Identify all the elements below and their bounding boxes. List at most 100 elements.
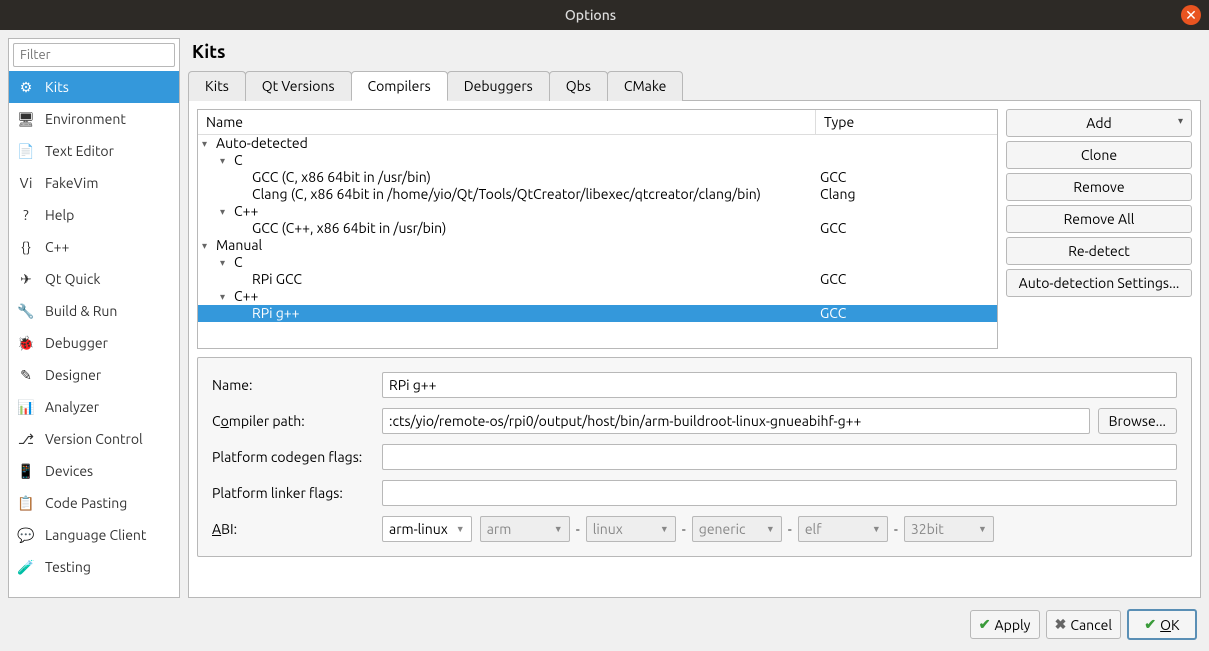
sidebar-item-text-editor[interactable]: 📄Text Editor: [9, 135, 179, 167]
tree-cell-name: ▾C: [198, 152, 816, 169]
tab-compilers: Name Type ▾Auto-detected▾CGCC (C, x86 64…: [188, 101, 1201, 598]
category-list: ⚙Kits 🖥 Environment 📄Text EditorViFakeVim?H…: [9, 71, 179, 597]
sidebar-item-kits[interactable]: ⚙Kits: [9, 71, 179, 103]
abi-label: ABI:: [212, 521, 374, 537]
tree-row[interactable]: ▾Manual: [198, 237, 997, 254]
apply-button[interactable]: ✔Apply: [970, 610, 1040, 639]
tree-cell-type: [816, 152, 824, 169]
tree-row[interactable]: ▾C++: [198, 203, 997, 220]
abi-dash: -: [682, 521, 686, 537]
tree-row[interactable]: ▾Auto-detected: [198, 135, 997, 152]
tree-row[interactable]: GCC (C, x86 64bit in /usr/bin)GCC: [198, 169, 997, 186]
sidebar-icon: 📋: [17, 494, 35, 512]
redetect-button[interactable]: Re-detect: [1006, 237, 1192, 265]
tree-row[interactable]: ▾C++: [198, 288, 997, 305]
check-icon: ✔: [979, 616, 991, 633]
sidebar-item-c-[interactable]: {}C++: [9, 231, 179, 263]
tree-header-name[interactable]: Name: [198, 110, 816, 134]
tree-cell-type: [816, 254, 824, 271]
abi-part-combo[interactable]: generic▼: [692, 516, 782, 542]
cancel-button[interactable]: ✖Cancel: [1046, 610, 1121, 639]
tree-arrow-icon: ▾: [202, 135, 216, 152]
sidebar-item-testing[interactable]: 🧪Testing: [9, 551, 179, 583]
tree-arrow-icon: ▾: [220, 254, 234, 271]
tree-cell-type: Clang: [816, 186, 860, 203]
linker-flags-input[interactable]: [382, 480, 1177, 506]
sidebar-icon: 🧪: [17, 558, 35, 576]
abi-part-combo[interactable]: 32bit▼: [904, 516, 994, 542]
sidebar-item-language-client[interactable]: 💬Language Client: [9, 519, 179, 551]
sidebar-item-label: Environment: [45, 111, 126, 127]
abi-part-combo[interactable]: linux▼: [586, 516, 676, 542]
sidebar-item-help[interactable]: ?Help: [9, 199, 179, 231]
tree-row[interactable]: ▾C: [198, 152, 997, 169]
tree-node-label: GCC (C, x86 64bit in /usr/bin): [252, 169, 431, 186]
sidebar-icon: 📱: [17, 462, 35, 480]
abi-part-value: generic: [699, 521, 746, 537]
sidebar-item-qt-quick[interactable]: ✈Qt Quick: [9, 263, 179, 295]
autodetect-settings-button[interactable]: Auto-detection Settings...: [1006, 269, 1192, 297]
tree-row[interactable]: ▾C: [198, 254, 997, 271]
tree-row[interactable]: GCC (C++, x86 64bit in /usr/bin)GCC: [198, 220, 997, 237]
tree-cell-name: ▾C++: [198, 203, 816, 220]
tree-arrow-icon: ▾: [220, 203, 234, 220]
browse-button[interactable]: Browse...: [1098, 408, 1177, 434]
compiler-tree[interactable]: Name Type ▾Auto-detected▾CGCC (C, x86 64…: [197, 109, 998, 349]
sidebar-item-label: C++: [45, 239, 69, 255]
sidebar-item-fakevim[interactable]: ViFakeVim: [9, 167, 179, 199]
tab-bar: KitsQt VersionsCompilersDebuggersQbsCMak…: [188, 70, 1201, 101]
sidebar-item-code-pasting[interactable]: 📋Code Pasting: [9, 487, 179, 519]
tab-kits[interactable]: Kits: [188, 71, 246, 101]
abi-part-value: elf: [805, 521, 822, 537]
sidebar-item-devices[interactable]: 📱Devices: [9, 455, 179, 487]
tab-debuggers[interactable]: Debuggers: [447, 71, 550, 101]
sidebar-item-build-run[interactable]: 🔧 Build & Run: [9, 295, 179, 327]
chevron-down-icon: ▼: [978, 524, 987, 534]
sidebar-item-version-control[interactable]: ⎇Version Control: [9, 423, 179, 455]
compiler-path-label: Compiler path:: [212, 413, 374, 429]
sidebar-item-debugger[interactable]: 🐞Debugger: [9, 327, 179, 359]
titlebar: Options ✕: [0, 0, 1209, 30]
sidebar-icon: 🖥: [17, 110, 35, 128]
tab-qt-versions[interactable]: Qt Versions: [245, 71, 352, 101]
tree-arrow-icon: ▾: [220, 152, 234, 169]
name-label: Name:: [212, 377, 374, 393]
tab-cmake[interactable]: CMake: [607, 71, 684, 101]
sidebar: ⚙Kits 🖥 Environment 📄Text EditorViFakeVim?H…: [8, 38, 180, 598]
ok-button[interactable]: ✔OK: [1127, 609, 1197, 640]
tab-compilers[interactable]: Compilers: [351, 71, 448, 101]
chevron-down-icon: ▼: [872, 524, 881, 534]
tree-row[interactable]: RPi GCCGCC: [198, 271, 997, 288]
codegen-flags-input[interactable]: [382, 444, 1177, 470]
tab-qbs[interactable]: Qbs: [549, 71, 608, 101]
tree-node-label: Auto-detected: [216, 135, 308, 152]
abi-main-combo[interactable]: arm-linux▼: [382, 516, 472, 542]
abi-part-combo[interactable]: arm▼: [480, 516, 570, 542]
tree-header-type[interactable]: Type: [816, 110, 862, 134]
add-button[interactable]: Add: [1006, 109, 1192, 137]
tree-row[interactable]: RPi g++GCC: [198, 305, 997, 322]
tree-cell-name: ▾C++: [198, 288, 816, 305]
sidebar-item-label: Build & Run: [45, 303, 117, 319]
name-input[interactable]: [382, 372, 1177, 398]
sidebar-icon: 🔧: [17, 302, 35, 320]
abi-part-combo[interactable]: elf ▼: [798, 516, 888, 542]
tree-cell-name: RPi g++: [198, 305, 816, 322]
sidebar-icon: 📄: [17, 142, 35, 160]
sidebar-item-designer[interactable]: ✎Designer: [9, 359, 179, 391]
tree-row[interactable]: Clang (C, x86 64bit in /home/yio/Qt/Tool…: [198, 186, 997, 203]
remove-all-button[interactable]: Remove All: [1006, 205, 1192, 233]
tree-cell-name: ▾Manual: [198, 237, 816, 254]
sidebar-icon: ✈: [17, 270, 35, 288]
sidebar-item-analyzer[interactable]: 📊Analyzer: [9, 391, 179, 423]
filter-input[interactable]: [13, 43, 175, 67]
main-panel: Kits KitsQt VersionsCompilersDebuggersQb…: [188, 38, 1201, 598]
clone-button[interactable]: Clone: [1006, 141, 1192, 169]
tree-arrow-icon: ▾: [220, 288, 234, 305]
sidebar-icon: ⚙: [17, 78, 35, 96]
remove-button[interactable]: Remove: [1006, 173, 1192, 201]
close-button[interactable]: ✕: [1181, 5, 1201, 25]
compiler-path-input[interactable]: [382, 408, 1090, 434]
sidebar-item-environment[interactable]: 🖥 Environment: [9, 103, 179, 135]
abi-part-value: linux: [593, 521, 623, 537]
